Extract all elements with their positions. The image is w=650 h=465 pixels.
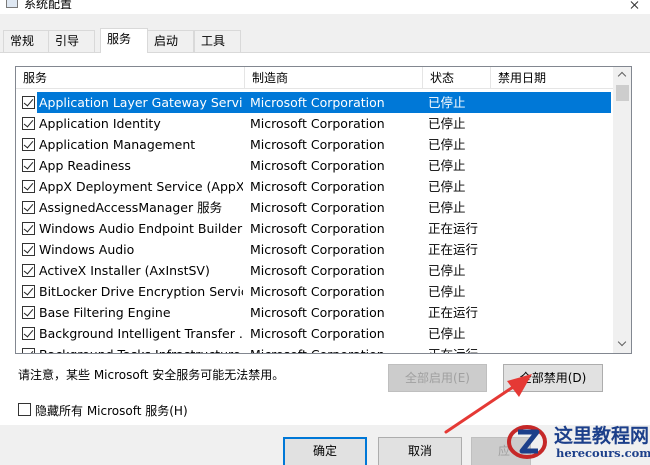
service-name: Application Identity: [39, 116, 161, 131]
table-row[interactable]: AppX Deployment Service (AppX... Microsof…: [16, 176, 613, 197]
tab-boot[interactable]: 引导: [48, 30, 95, 52]
table-row[interactable]: App Readiness Microsoft Corporation 已停止: [16, 155, 613, 176]
column-service[interactable]: 服务: [16, 67, 245, 89]
table-row[interactable]: AssignedAccessManager 服务 Microsoft Corpor…: [16, 197, 613, 218]
service-name: Base Filtering Engine: [39, 305, 171, 320]
service-status: 正在运行: [428, 344, 488, 353]
tab-general[interactable]: 常规: [3, 30, 49, 52]
service-name: BitLocker Drive Encryption Service: [39, 284, 243, 299]
enable-all-button[interactable]: 全部启用(E): [388, 364, 487, 392]
scroll-down-icon[interactable]: [614, 336, 631, 353]
ok-button[interactable]: 确定: [283, 437, 367, 465]
table-row[interactable]: Application Identity Microsoft Corporatio…: [16, 113, 613, 134]
service-status: 已停止: [428, 200, 466, 215]
service-checkbox[interactable]: [22, 327, 35, 340]
list-body: Application Layer Gateway Service Microso…: [16, 92, 613, 353]
table-row[interactable]: Windows Audio Microsoft Corporation 正在运行: [16, 239, 613, 260]
service-checkbox[interactable]: [22, 201, 35, 214]
service-manufacturer: Microsoft Corporation: [250, 284, 385, 299]
service-manufacturer: Microsoft Corporation: [250, 221, 385, 236]
service-manufacturer: Microsoft Corporation: [250, 344, 420, 353]
service-status: 已停止: [428, 179, 466, 194]
service-manufacturer: Microsoft Corporation: [250, 158, 385, 173]
column-status[interactable]: 状态: [423, 67, 491, 89]
service-status: 已停止: [428, 95, 466, 110]
services-panel: 服务 制造商 状态 禁用日期 Application Layer Gateway…: [0, 52, 650, 425]
tab-startup[interactable]: 启动: [147, 30, 194, 52]
service-manufacturer: Microsoft Corporation: [250, 326, 385, 341]
table-row[interactable]: BitLocker Drive Encryption Service Micros…: [16, 281, 613, 302]
services-list[interactable]: 服务 制造商 状态 禁用日期 Application Layer Gateway…: [15, 66, 632, 354]
service-name: Windows Audio: [39, 242, 135, 257]
service-name: Background Tasks Infrastructure: [39, 344, 243, 353]
service-status: 已停止: [428, 284, 466, 299]
table-row[interactable]: Background Tasks Infrastructure Microsoft…: [16, 344, 613, 353]
service-checkbox[interactable]: [22, 306, 35, 319]
service-checkbox[interactable]: [22, 180, 35, 193]
service-checkbox[interactable]: [22, 96, 35, 109]
scroll-thumb[interactable]: [616, 85, 629, 101]
service-checkbox[interactable]: [22, 159, 35, 172]
service-checkbox[interactable]: [22, 243, 35, 256]
service-name: AppX Deployment Service (AppX...: [39, 179, 243, 194]
watermark-url: herecours.com: [556, 446, 650, 460]
close-icon[interactable]: [620, 0, 650, 14]
cancel-button[interactable]: 取消: [378, 437, 462, 465]
tab-tools[interactable]: 工具: [194, 30, 241, 52]
vertical-scrollbar[interactable]: [613, 67, 631, 353]
service-manufacturer: Microsoft Corporation: [250, 263, 385, 278]
scroll-up-icon[interactable]: [614, 67, 631, 84]
column-manufacturer[interactable]: 制造商: [245, 67, 423, 89]
service-name: App Readiness: [39, 158, 131, 173]
title-bar: 系统配置: [0, 0, 650, 14]
service-manufacturer: Microsoft Corporation: [250, 179, 385, 194]
service-status: 已停止: [428, 116, 466, 131]
service-manufacturer: Microsoft Corporation: [250, 200, 385, 215]
table-row[interactable]: Application Management Microsoft Corporat…: [16, 134, 613, 155]
disable-all-button[interactable]: 全部禁用(D): [503, 364, 603, 392]
service-manufacturer: Microsoft Corporation: [250, 116, 385, 131]
column-disabled-date[interactable]: 禁用日期: [491, 67, 613, 89]
service-checkbox[interactable]: [22, 264, 35, 277]
service-manufacturer: Microsoft Corporation: [250, 305, 385, 320]
watermark-title: 这里教程网: [554, 425, 650, 447]
service-status: 正在运行: [428, 242, 479, 257]
service-checkbox[interactable]: [22, 285, 35, 298]
hide-ms-label: 隐藏所有 Microsoft 服务(H): [35, 404, 188, 418]
tab-services[interactable]: 服务: [100, 28, 148, 53]
service-checkbox[interactable]: [22, 348, 35, 353]
service-status: 正在运行: [428, 305, 479, 320]
table-row[interactable]: Application Layer Gateway Service Microso…: [16, 92, 613, 113]
watermark-logo-icon: [507, 425, 547, 459]
service-name: Windows Audio Endpoint Builder: [39, 221, 243, 236]
window-title: 系统配置: [24, 0, 73, 11]
table-row[interactable]: Base Filtering Engine Microsoft Corporati…: [16, 302, 613, 323]
tab-strip: 常规 引导 服务 启动 工具: [0, 28, 650, 53]
service-name: ActiveX Installer (AxInstSV): [39, 263, 210, 278]
table-row[interactable]: Background Intelligent Transfer ... Micro…: [16, 323, 613, 344]
service-checkbox[interactable]: [22, 117, 35, 130]
service-manufacturer: Microsoft Corporation: [250, 95, 385, 110]
service-status: 正在运行: [428, 221, 479, 236]
service-status: 已停止: [428, 326, 466, 341]
app-icon: [6, 0, 18, 8]
security-note: 请注意，某些 Microsoft 安全服务可能无法禁用。: [18, 368, 285, 382]
service-name: Application Management: [39, 137, 196, 152]
watermark: 这里教程网 herecours.com: [500, 418, 650, 465]
service-name: Background Intelligent Transfer ...: [39, 326, 243, 341]
service-checkbox[interactable]: [22, 222, 35, 235]
service-manufacturer: Microsoft Corporation: [250, 242, 385, 257]
service-status: 已停止: [428, 137, 466, 152]
service-status: 已停止: [428, 263, 466, 278]
table-row[interactable]: ActiveX Installer (AxInstSV) Microsoft Co…: [16, 260, 613, 281]
service-checkbox[interactable]: [22, 138, 35, 151]
service-name: AssignedAccessManager 服务: [39, 200, 223, 215]
hide-ms-checkbox[interactable]: [18, 403, 31, 416]
list-header: 服务 制造商 状态 禁用日期: [16, 67, 613, 89]
table-row[interactable]: Windows Audio Endpoint Builder Microsoft …: [16, 218, 613, 239]
service-manufacturer: Microsoft Corporation: [250, 137, 385, 152]
service-name: Application Layer Gateway Service: [39, 95, 243, 110]
service-status: 已停止: [428, 158, 466, 173]
